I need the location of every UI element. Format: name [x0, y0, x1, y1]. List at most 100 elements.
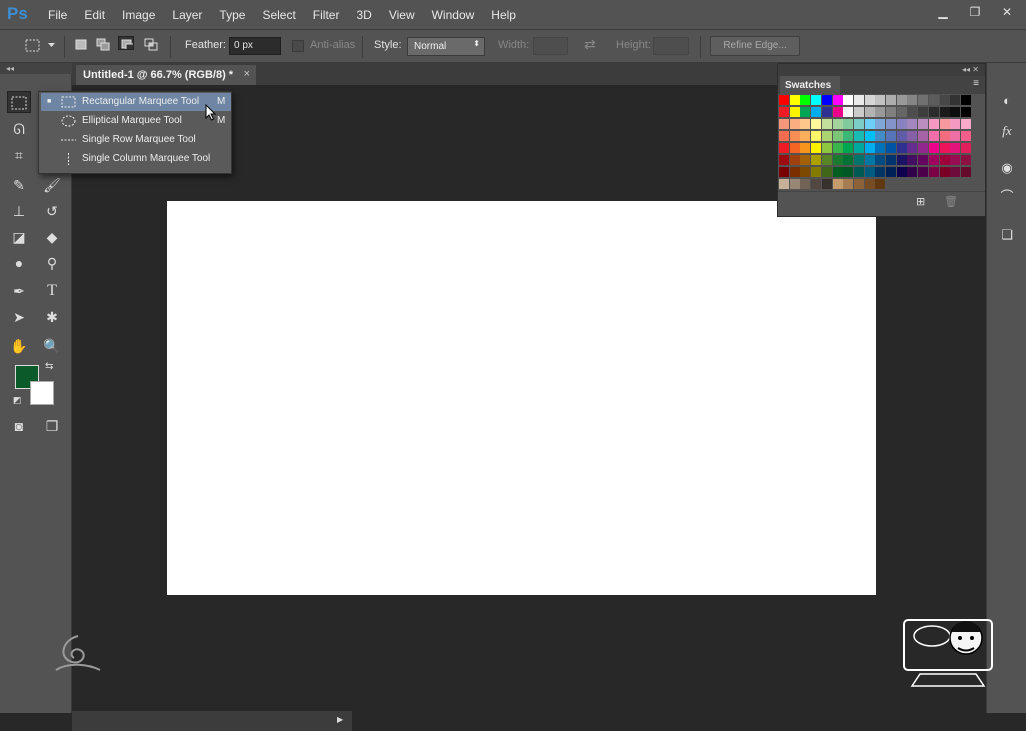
color-swatch[interactable] — [875, 95, 886, 105]
color-swatch[interactable] — [853, 119, 864, 129]
color-swatch[interactable] — [832, 131, 843, 141]
height-input[interactable] — [653, 37, 689, 55]
menu-window[interactable]: Window — [432, 8, 475, 22]
menu-image[interactable]: Image — [122, 8, 155, 22]
rectangular-marquee-tool[interactable] — [7, 91, 31, 113]
color-swatch[interactable] — [928, 131, 939, 141]
color-swatch[interactable] — [811, 119, 822, 129]
flyout-item-elliptical[interactable]: Elliptical Marquee Tool M — [41, 112, 231, 130]
color-swatch[interactable] — [800, 131, 811, 141]
color-swatch[interactable] — [853, 131, 864, 141]
color-swatch[interactable] — [896, 119, 907, 129]
color-swatch[interactable] — [918, 167, 929, 177]
color-swatch[interactable] — [821, 131, 832, 141]
zoom-tool[interactable]: 🔍 — [40, 335, 64, 357]
channels-icon[interactable]: ◉ — [997, 158, 1017, 178]
dodge-tool[interactable]: ⚲ — [40, 252, 64, 274]
color-swatch[interactable] — [896, 95, 907, 105]
color-swatch[interactable] — [789, 143, 800, 153]
close-tab-icon[interactable]: × — [244, 68, 250, 80]
paths-icon[interactable]: ⌒ — [997, 187, 1017, 207]
layers-icon[interactable]: ❏ — [997, 225, 1017, 245]
color-swatch[interactable] — [886, 155, 896, 165]
color-swatch[interactable] — [821, 143, 832, 153]
color-swatch[interactable] — [779, 119, 789, 129]
color-swatch[interactable] — [789, 179, 800, 189]
color-swatch[interactable] — [896, 143, 907, 153]
color-swatch[interactable] — [843, 143, 854, 153]
color-swatch[interactable] — [853, 155, 864, 165]
blur-tool[interactable]: ● — [7, 252, 31, 274]
color-swatch[interactable] — [843, 179, 854, 189]
color-swatch[interactable] — [950, 95, 961, 105]
path-selection-tool[interactable]: ➤ — [7, 306, 31, 328]
menu-edit[interactable]: Edit — [84, 8, 105, 22]
color-swatch[interactable] — [960, 107, 971, 117]
color-swatch[interactable] — [811, 155, 822, 165]
color-swatch[interactable] — [939, 95, 950, 105]
color-swatch[interactable] — [800, 95, 811, 105]
intersect-selection-icon[interactable] — [144, 38, 160, 52]
document-tab[interactable]: Untitled-1 @ 66.7% (RGB/8) * × — [76, 65, 256, 85]
chevron-down-icon[interactable] — [48, 41, 64, 55]
color-swatch[interactable] — [800, 143, 811, 153]
color-swatch[interactable] — [853, 143, 864, 153]
color-swatch[interactable] — [800, 179, 811, 189]
color-swatch[interactable] — [928, 167, 939, 177]
color-swatch[interactable] — [864, 131, 875, 141]
color-swatch[interactable] — [886, 143, 896, 153]
color-swatch[interactable] — [821, 167, 832, 177]
color-swatch[interactable] — [832, 143, 843, 153]
color-swatch[interactable] — [779, 107, 789, 117]
color-swatch[interactable] — [811, 167, 822, 177]
color-swatch[interactable] — [875, 107, 886, 117]
menu-view[interactable]: View — [389, 8, 415, 22]
status-arrow-icon[interactable]: ▶ — [337, 715, 343, 724]
color-swatch[interactable] — [907, 167, 918, 177]
color-swatch[interactable] — [843, 95, 854, 105]
marquee-preset-icon[interactable] — [24, 38, 40, 52]
feather-input[interactable]: 0 px — [229, 37, 281, 55]
color-swatch[interactable] — [789, 167, 800, 177]
color-swatch[interactable] — [960, 119, 971, 129]
color-swatch[interactable] — [832, 119, 843, 129]
color-swatch[interactable] — [821, 107, 832, 117]
color-swatch[interactable] — [928, 95, 939, 105]
swap-colors-icon[interactable]: ⇆ — [45, 361, 53, 372]
color-swatch[interactable] — [960, 167, 971, 177]
color-swatch[interactable] — [789, 95, 800, 105]
type-tool[interactable]: T — [40, 280, 64, 302]
color-swatch[interactable] — [886, 131, 896, 141]
color-swatch[interactable] — [907, 131, 918, 141]
color-swatch[interactable] — [896, 155, 907, 165]
color-swatch[interactable] — [832, 179, 843, 189]
panel-menu-icon[interactable]: ≡ — [973, 78, 979, 89]
color-swatch[interactable] — [907, 95, 918, 105]
color-swatch[interactable] — [843, 167, 854, 177]
close-window-button[interactable]: ✕ — [992, 2, 1022, 22]
color-swatch[interactable] — [918, 107, 929, 117]
color-swatch[interactable] — [864, 119, 875, 129]
quick-mask-button[interactable]: ◙ — [7, 415, 31, 437]
color-swatch[interactable] — [811, 95, 822, 105]
color-swatch[interactable] — [779, 155, 789, 165]
color-swatch[interactable] — [918, 95, 929, 105]
color-swatch[interactable] — [800, 167, 811, 177]
new-swatch-icon[interactable]: ⊞ — [916, 195, 925, 208]
document-canvas[interactable] — [167, 201, 876, 595]
color-swatch[interactable] — [939, 119, 950, 129]
crop-tool[interactable]: ⌗ — [7, 144, 31, 166]
toolbox-collapse[interactable]: ◂◂ — [0, 63, 72, 74]
fx-icon[interactable]: fx — [997, 121, 1017, 141]
restore-button[interactable]: ❐ — [960, 2, 990, 22]
healing-brush-tool[interactable]: ✎ — [7, 174, 31, 196]
color-swatch[interactable] — [832, 95, 843, 105]
color-swatch[interactable] — [789, 131, 800, 141]
color-swatch[interactable] — [843, 107, 854, 117]
color-swatch[interactable] — [960, 143, 971, 153]
color-swatch[interactable] — [875, 119, 886, 129]
color-swatch[interactable] — [928, 107, 939, 117]
new-selection-icon[interactable] — [74, 38, 90, 52]
color-swatch[interactable] — [853, 107, 864, 117]
color-swatch[interactable] — [939, 107, 950, 117]
